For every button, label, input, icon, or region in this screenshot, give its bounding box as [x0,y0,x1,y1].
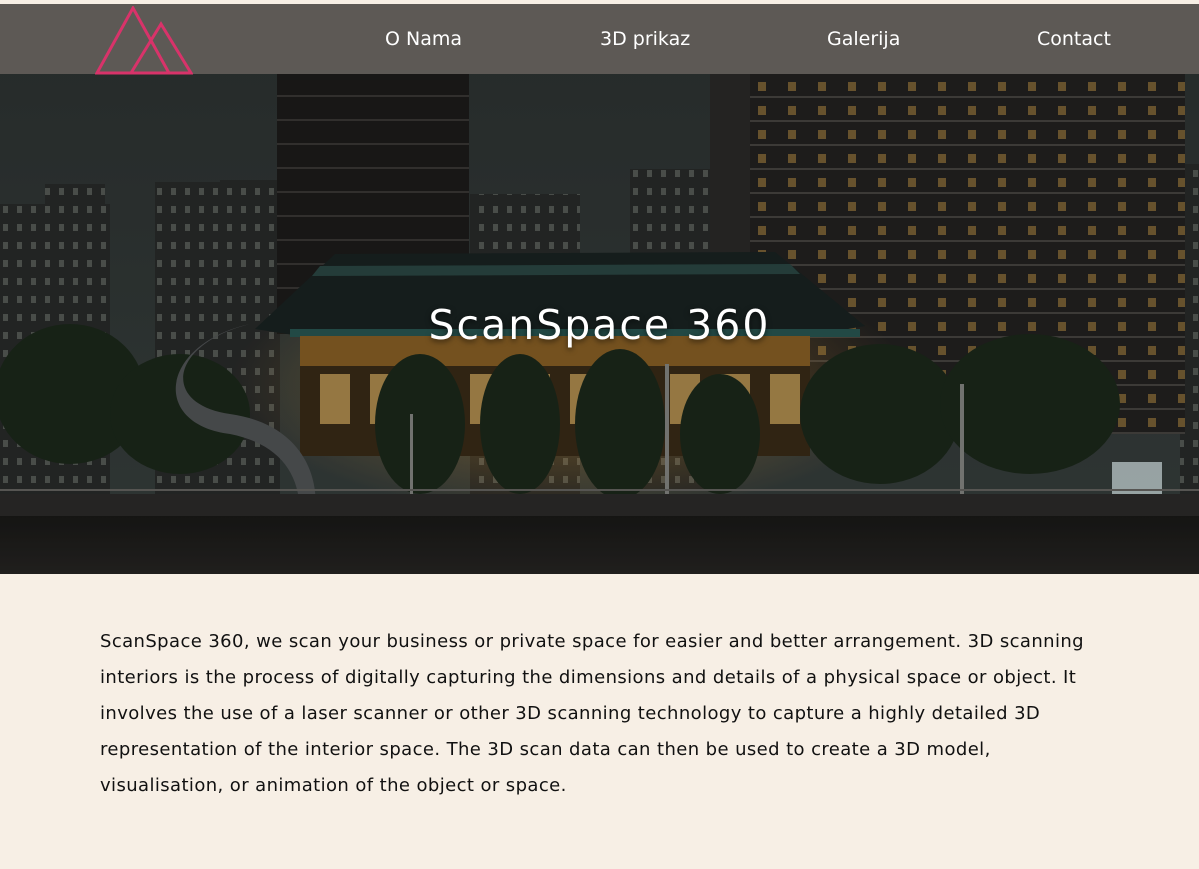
twin-triangle-logo-icon [94,4,194,75]
nav-link-3d-prikaz[interactable]: 3D prikaz [600,27,690,51]
home-logo-link[interactable] [94,4,194,76]
hero-title: ScanSpace 360 [428,301,771,349]
nav-link-o-nama[interactable]: O Nama [385,27,462,51]
top-navbar: O Nama 3D prikaz Galerija Contact [0,4,1199,76]
nav-link-contact[interactable]: Contact [1037,27,1111,51]
hero-banner: ScanSpace 360 [0,4,1199,574]
about-paragraph: ScanSpace 360, we scan your business or … [100,631,1084,796]
nav-link-galerija[interactable]: Galerija [827,27,900,51]
night-city-temple-image [0,4,1199,574]
page: O Nama 3D prikaz Galerija Contact ScanSp… [0,0,1199,869]
